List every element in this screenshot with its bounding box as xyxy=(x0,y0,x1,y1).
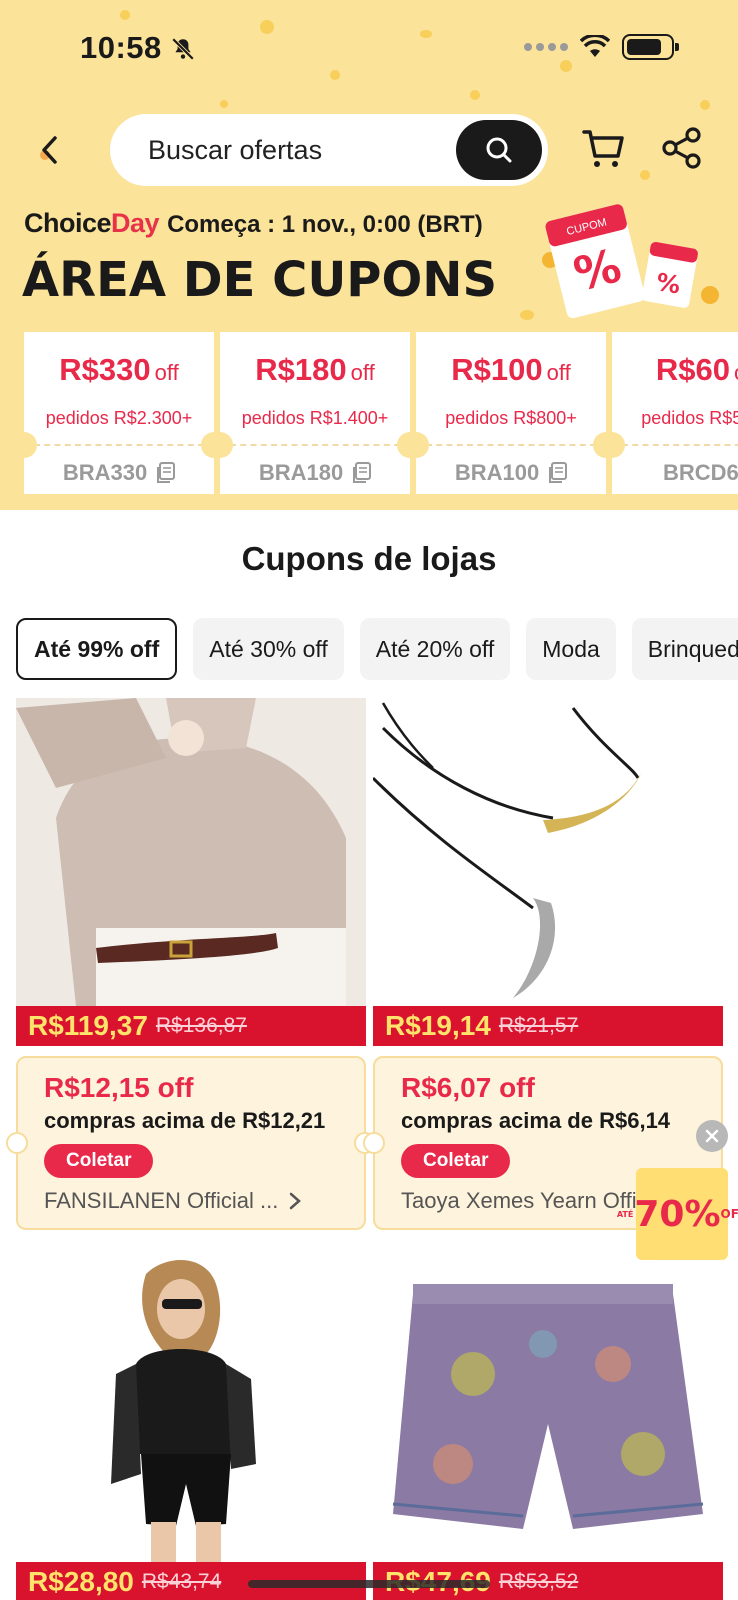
platform-coupon[interactable]: R$60off pedidos R$500+ BRCD60 xyxy=(599,332,738,494)
product-image[interactable] xyxy=(16,1254,366,1562)
coupon-minimum: pedidos R$500+ xyxy=(641,408,738,428)
chip-brinquedos[interactable]: Brinquedos xyxy=(631,618,738,680)
product-card[interactable]: R$19,14 R$21,57 R$6,07 off compras acima… xyxy=(363,698,723,1232)
status-time: 10:58 xyxy=(80,30,162,65)
store-coupon-amount: R$6,07 off xyxy=(401,1072,535,1103)
store-coupon-minimum: compras acima de R$6,14 xyxy=(401,1108,671,1133)
copy-icon xyxy=(549,462,568,483)
coupon-illustration: CUPOM % % xyxy=(542,204,719,319)
promo-value: 70% xyxy=(634,1193,721,1235)
product-card[interactable]: R$119,37 R$136,87 R$12,15 off compras ac… xyxy=(6,698,376,1232)
coupon-code[interactable]: BRCD60 xyxy=(612,460,738,486)
coupon-amount: R$100 xyxy=(451,352,543,387)
chip-moda[interactable]: Moda xyxy=(526,618,616,680)
collect-button[interactable]: Coletar xyxy=(401,1144,511,1178)
store-coupon-card[interactable]: R$12,15 off compras acima de R$12,21 Col… xyxy=(6,1056,376,1230)
top-nav xyxy=(0,110,738,190)
search-button[interactable] xyxy=(456,120,542,180)
promo-label: OFF xyxy=(720,1207,738,1221)
chip-ate-99-off[interactable]: Até 99% off xyxy=(16,618,178,680)
event-start-date: Começa : 1 nov., 0:00 (BRT) xyxy=(167,211,483,238)
floating-promo-badge[interactable]: ATÉ70%OFF xyxy=(617,1168,738,1260)
status-indicators xyxy=(524,34,679,60)
confetti-dot xyxy=(520,310,534,320)
cart-icon[interactable] xyxy=(580,124,628,172)
store-link[interactable]: FANSILANEN Official ... xyxy=(44,1188,344,1214)
product-card[interactable]: R$47,69 R$53,52 xyxy=(373,1254,723,1600)
coupon-amount: R$60 xyxy=(655,352,731,387)
close-promo-button[interactable] xyxy=(696,1120,728,1152)
wifi-icon xyxy=(580,35,610,57)
coupon-code[interactable]: BRA180 xyxy=(220,460,410,486)
platform-coupon[interactable]: R$330 off pedidos R$2.300+ BRA330 xyxy=(24,332,227,494)
coupon-code[interactable]: BRA100 xyxy=(416,460,606,486)
product-image[interactable] xyxy=(16,698,366,1006)
share-icon[interactable] xyxy=(660,126,704,170)
signal-icon xyxy=(524,43,568,51)
confetti-dot xyxy=(220,100,228,108)
original-price: R$43,74 xyxy=(141,1570,222,1593)
chip-ate-30-off[interactable]: Até 30% off xyxy=(193,618,344,680)
coupon-amount: R$330 xyxy=(59,352,151,387)
chevron-right-icon xyxy=(290,1192,302,1210)
product-card[interactable]: R$28,80 R$43,74 xyxy=(16,1254,366,1600)
store-name: FANSILANEN Official ... xyxy=(44,1188,279,1213)
copy-icon xyxy=(353,462,372,483)
section-title: Cupons de lojas xyxy=(241,540,497,577)
product-image[interactable] xyxy=(373,1254,723,1562)
chip-ate-20-off[interactable]: Até 20% off xyxy=(359,618,511,680)
current-price: R$28,80 xyxy=(28,1566,134,1597)
choice-day-logo: ChoiceDay xyxy=(24,208,160,238)
coupon-banner: 10:58 Buscar ofertas ChoiceDay Começa: … xyxy=(0,0,738,510)
promo-prefix: ATÉ xyxy=(616,1209,634,1219)
copy-icon xyxy=(157,462,176,483)
store-name: Taoya Xemes Yearn Official xyxy=(401,1188,641,1213)
close-icon xyxy=(705,1129,719,1143)
confetti-dot xyxy=(700,100,710,110)
coupon-minimum: pedidos R$2.300+ xyxy=(45,408,193,428)
back-button[interactable] xyxy=(30,130,70,170)
platform-coupons-strip[interactable]: R$330 off pedidos R$2.300+ BRA330 R$180 of… xyxy=(24,332,738,494)
chevron-left-icon xyxy=(42,136,57,164)
search-input[interactable] xyxy=(148,114,478,186)
coupon-minimum: pedidos R$800+ xyxy=(445,408,577,428)
choice-day-row: ChoiceDay Começa : 1 nov., 0:00 (BRT) xyxy=(24,208,483,239)
coupon-code[interactable]: BRA330 xyxy=(24,460,214,486)
svg-text:%: % xyxy=(654,268,683,300)
battery-icon xyxy=(622,34,679,60)
coupon-minimum: pedidos R$1.400+ xyxy=(241,408,389,428)
bell-muted-icon xyxy=(171,37,195,61)
coupon-amount: R$180 xyxy=(255,352,347,387)
store-coupon-minimum: compras acima de R$12,21 xyxy=(44,1108,326,1133)
search-icon xyxy=(486,137,512,163)
original-price: R$136,87 xyxy=(155,1014,247,1037)
price-bar: R$119,37 R$136,87 xyxy=(16,1006,366,1046)
page-title: ÁREA DE CUPONS xyxy=(22,252,498,308)
current-price: R$19,14 xyxy=(385,1010,491,1041)
store-coupon-amount: R$12,15 off xyxy=(44,1072,194,1103)
collect-button[interactable]: Coletar xyxy=(44,1144,154,1178)
filter-chips: Até 99% off Até 30% off Até 20% off Moda… xyxy=(16,618,738,682)
platform-coupon[interactable]: R$180 off pedidos R$1.400+ BRA180 xyxy=(207,332,423,494)
status-bar: 10:58 xyxy=(0,0,738,100)
price-bar: R$19,14 R$21,57 xyxy=(373,1006,723,1046)
store-link[interactable]: Taoya Xemes Yearn Official xyxy=(401,1188,641,1214)
platform-coupon[interactable]: R$100 off pedidos R$800+ BRA100 xyxy=(403,332,619,494)
search-bar[interactable] xyxy=(110,114,548,186)
product-image[interactable] xyxy=(373,698,723,1006)
current-price: R$119,37 xyxy=(28,1010,148,1041)
original-price: R$21,57 xyxy=(498,1014,579,1037)
home-indicator xyxy=(248,1580,490,1588)
original-price: R$53,52 xyxy=(498,1570,579,1593)
